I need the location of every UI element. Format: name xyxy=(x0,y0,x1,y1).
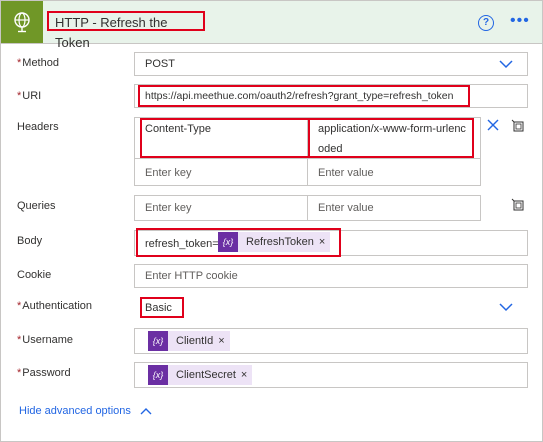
chevron-down-icon xyxy=(499,303,513,312)
client-secret-label: ClientSecret xyxy=(176,369,236,381)
variable-icon: {x} xyxy=(218,232,238,252)
switch-to-text-icon[interactable] xyxy=(511,119,525,136)
variable-icon: {x} xyxy=(148,365,168,385)
client-secret-chip[interactable]: {x} ClientSecret × xyxy=(148,365,253,385)
username-label: *Username xyxy=(17,334,74,346)
uri-label: *URI xyxy=(17,90,42,102)
header-value-placeholder: Enter value xyxy=(318,167,374,179)
body-prefix: refresh_token= xyxy=(145,238,219,250)
remove-token-icon[interactable]: × xyxy=(218,335,229,347)
header-key-input[interactable]: Enter key xyxy=(134,159,308,186)
method-value: POST xyxy=(145,58,175,70)
cookie-placeholder: Enter HTTP cookie xyxy=(145,270,238,282)
query-value-placeholder: Enter value xyxy=(318,202,374,214)
switch-to-text-icon[interactable] xyxy=(511,198,525,215)
password-label: *Password xyxy=(17,367,71,379)
http-action-card: HTTP - Refresh the Token ? ••• *Method P… xyxy=(0,0,543,442)
chevron-down-icon xyxy=(499,60,513,69)
remove-token-icon[interactable]: × xyxy=(241,369,252,381)
action-header[interactable]: HTTP - Refresh the Token ? ••• xyxy=(1,1,542,50)
globe-icon xyxy=(1,1,43,43)
refresh-token-chip[interactable]: {x} RefreshToken × xyxy=(218,232,331,252)
client-id-chip[interactable]: {x} ClientId × xyxy=(148,331,230,351)
authentication-value: Basic xyxy=(145,302,172,314)
client-id-label: ClientId xyxy=(176,335,214,347)
header-key-highlight xyxy=(140,118,310,158)
cookie-input[interactable]: Enter HTTP cookie xyxy=(134,264,528,288)
refresh-token-label: RefreshToken xyxy=(246,236,314,248)
chevron-up-icon xyxy=(140,408,152,415)
queries-label: Queries xyxy=(17,200,56,212)
query-key-placeholder: Enter key xyxy=(145,202,192,214)
header-key-placeholder: Enter key xyxy=(145,167,192,179)
uri-value: https://api.meethue.com/oauth2/refresh?g… xyxy=(145,90,454,102)
more-options-icon[interactable]: ••• xyxy=(510,12,530,30)
variable-icon: {x} xyxy=(148,331,168,351)
method-select[interactable]: POST xyxy=(134,52,528,76)
authentication-label: *Authentication xyxy=(17,300,92,312)
action-title[interactable]: HTTP - Refresh the Token xyxy=(47,11,205,50)
headers-label: Headers xyxy=(17,121,59,133)
query-value-input[interactable]: Enter value xyxy=(308,195,481,221)
remove-token-icon[interactable]: × xyxy=(319,236,330,248)
body-label: Body xyxy=(17,235,43,247)
cookie-label: Cookie xyxy=(17,269,52,281)
method-label: *Method xyxy=(17,57,59,69)
hide-advanced-label: Hide advanced options xyxy=(19,405,131,417)
query-key-input[interactable]: Enter key xyxy=(134,195,308,221)
hide-advanced-options-link[interactable]: Hide advanced options xyxy=(19,405,152,417)
help-icon[interactable]: ? xyxy=(478,15,494,31)
close-icon[interactable] xyxy=(487,119,499,134)
authentication-select[interactable] xyxy=(134,295,528,319)
header-value-input[interactable]: Enter value xyxy=(308,159,481,186)
